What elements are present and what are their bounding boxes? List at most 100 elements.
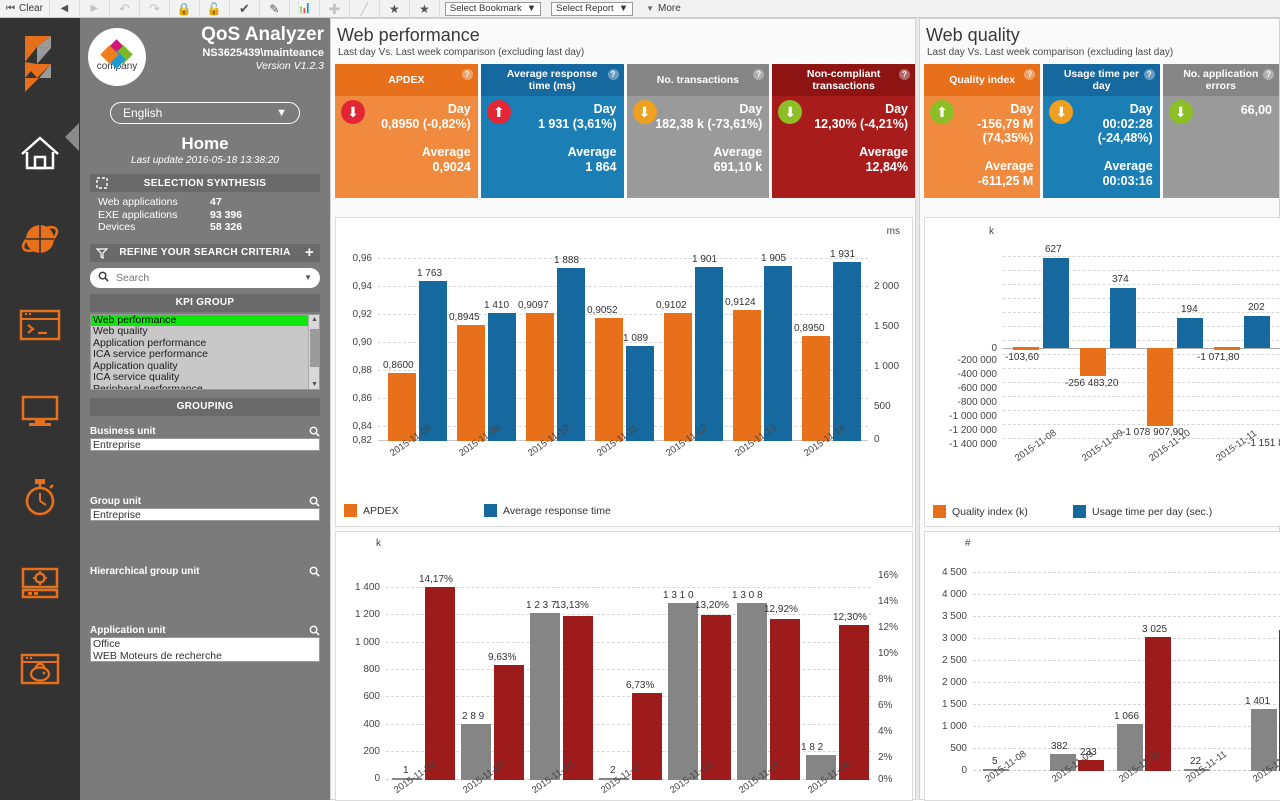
bar-avg-response[interactable]	[833, 262, 861, 441]
bar-avg-response[interactable]	[695, 267, 723, 441]
bar-avg-response[interactable]	[764, 266, 792, 441]
chart3-legend-item-usage-time[interactable]: Usage time per day (sec.)	[1073, 505, 1212, 518]
search-icon[interactable]	[309, 566, 320, 577]
chevron-down-icon[interactable]: ▼	[304, 273, 312, 282]
bar-apdex[interactable]	[526, 313, 554, 441]
chevron-down-icon[interactable]: ▼	[311, 381, 318, 388]
edit-button[interactable]: ✎	[260, 0, 290, 18]
rail-item-console[interactable]	[0, 282, 80, 368]
search-icon[interactable]	[309, 426, 320, 437]
search-input[interactable]	[114, 270, 300, 285]
bar-avg-response[interactable]	[419, 281, 447, 441]
application-unit-input[interactable]: Office WEB Moteurs de recherche	[90, 636, 320, 662]
bar-transactions[interactable]	[530, 613, 560, 780]
help-icon[interactable]: ?	[607, 69, 619, 80]
rail-item-desktop[interactable]	[0, 368, 80, 454]
lock-button[interactable]: 🔒	[170, 0, 200, 18]
bar-non-compliant[interactable]	[563, 616, 593, 780]
business-unit-input[interactable]: Entreprise	[90, 437, 320, 451]
help-icon[interactable]: ?	[1143, 69, 1155, 80]
select-bookmark-dropdown[interactable]: Select Bookmark ▼	[444, 1, 542, 16]
chart3-legend-item-quality-index[interactable]: Quality index (k)	[933, 505, 1028, 518]
search-icon[interactable]	[309, 496, 320, 507]
select-report-dropdown[interactable]: Select Report ▼	[551, 1, 634, 16]
chart-web-quality-index[interactable]: k 0 -200 000 -400 000 -600 000 -800 000 …	[924, 217, 1280, 527]
chart-button[interactable]: 📊	[290, 0, 320, 18]
plus-icon[interactable]: +	[305, 245, 314, 260]
forward-button[interactable]: ▶	[80, 0, 110, 18]
kpi-tile-avg-response-time[interactable]: Average response time (ms) ? ⬆ Day 1 931…	[480, 64, 624, 198]
rail-item-settings[interactable]	[0, 540, 80, 626]
remove-bookmark-button[interactable]: ★	[410, 0, 440, 18]
bar-transactions[interactable]	[737, 603, 767, 780]
kpi-list-scrollbar[interactable]: ▲ ▼	[308, 314, 319, 389]
clear-label: Clear	[19, 3, 43, 14]
chart1-legend-item-avg-response[interactable]: Average response time	[484, 504, 611, 517]
bar-label: 13,20%	[695, 600, 729, 611]
language-dropdown[interactable]: English ▼	[110, 102, 300, 124]
redo-button[interactable]: ↷	[140, 0, 170, 18]
chart-web-quality-errors[interactable]: # 4 500 4 000 3 500 3 000 2 500 2 000 1 …	[924, 531, 1280, 801]
bar-avg-response[interactable]	[488, 313, 516, 441]
sidebar-collapse-handle[interactable]	[65, 123, 79, 151]
chart1-legend-item-apdex[interactable]: APDEX	[344, 504, 399, 517]
bar-non-compliant[interactable]	[770, 619, 800, 780]
kpi-tile-quality-index[interactable]: Quality index ? ⬆ Day -156,79 M (74,35%)…	[924, 64, 1041, 198]
undo-button[interactable]: ↶	[110, 0, 140, 18]
search-icon[interactable]	[309, 625, 320, 636]
kpi-list-item[interactable]: Peripheral performance	[91, 383, 319, 388]
chart3-xtick: 2015-11-09	[1080, 427, 1126, 465]
validate-button[interactable]: ✔	[230, 0, 260, 18]
bar-quality-index[interactable]	[1080, 348, 1106, 376]
bar-apdex[interactable]	[388, 373, 416, 441]
bar-non-compliant[interactable]	[701, 615, 731, 780]
scrollbar-thumb[interactable]	[310, 328, 319, 367]
rail-item-performance[interactable]	[0, 454, 80, 540]
rail-item-web[interactable]	[0, 196, 80, 282]
bar-apdex[interactable]	[457, 325, 485, 441]
kpi-tile-non-compliant-transactions[interactable]: Non-compliant transactions ? ⬇ Day 12,30…	[772, 64, 915, 198]
group-unit-input[interactable]: Entreprise	[90, 507, 320, 521]
back-button[interactable]: ◀	[50, 0, 80, 18]
terminal-icon	[19, 309, 61, 341]
help-icon[interactable]: ?	[461, 69, 473, 80]
bar-avg-response[interactable]	[557, 268, 585, 441]
kpi-list-item[interactable]: Web quality	[91, 325, 319, 338]
bar-apdex[interactable]	[595, 318, 623, 441]
add-button[interactable]: ✚	[320, 0, 350, 18]
more-button[interactable]: ▼ More	[638, 3, 681, 14]
refine-search-header[interactable]: REFINE YOUR SEARCH CRITERIA +	[90, 243, 320, 262]
kpi-tile-usage-time-per-day[interactable]: Usage time per day ? ⬇ Day 00:02:28 (-24…	[1043, 64, 1160, 198]
help-icon[interactable]: ?	[899, 69, 910, 80]
chart-web-performance-apdex[interactable]: ms 0,96 0,94 0,92 0,90 0,88 0,86 0,84 0,…	[335, 217, 913, 527]
bar-usage-time[interactable]	[1043, 258, 1069, 348]
selection-synthesis-header[interactable]: SELECTION SYNTHESIS	[90, 174, 320, 192]
bar-quality-index[interactable]	[1013, 347, 1039, 350]
clear-button[interactable]: ⏮ Clear	[0, 0, 50, 18]
bar-apdex[interactable]	[802, 336, 830, 441]
bar-usage-time[interactable]	[1244, 316, 1270, 348]
bar-usage-time[interactable]	[1110, 288, 1136, 348]
kpi-tile-apdex[interactable]: APDEX ? ⬇ Day 0,8950 (-0,82%) Average 0,…	[335, 64, 478, 198]
add-bookmark-button[interactable]: ★	[380, 0, 410, 18]
kpi-tile-no-application-errors[interactable]: No. application errors ? ⬇ 66,00	[1162, 64, 1279, 198]
rail-item-costs[interactable]	[0, 626, 80, 712]
bar-apdex[interactable]	[733, 310, 761, 441]
kpi-group-list[interactable]: Web performance Web quality Application …	[90, 313, 320, 390]
bar-transactions[interactable]	[668, 603, 698, 780]
chart-web-performance-transactions[interactable]: k 1 400 1 200 1 000 800 600 400 200 0 16…	[335, 531, 913, 801]
trend-button[interactable]: ╱	[350, 0, 380, 18]
bar-usage-time[interactable]	[1177, 318, 1203, 348]
unlock-button[interactable]: 🔓	[200, 0, 230, 18]
help-icon[interactable]: ?	[1262, 69, 1274, 80]
bar-quality-index[interactable]	[1147, 348, 1173, 426]
rail-item-app-logo[interactable]	[0, 18, 80, 110]
bar-non-compliant[interactable]	[839, 625, 869, 780]
chevron-up-icon[interactable]: ▲	[311, 316, 318, 323]
bar-non-compliant[interactable]	[425, 587, 455, 780]
legend-swatch	[933, 505, 946, 518]
search-box[interactable]: ▼	[90, 267, 320, 288]
kpi-tile-no-transactions[interactable]: No. transactions ? ⬇ Day 182,38 k (-73,6…	[626, 64, 770, 198]
bar-apdex[interactable]	[664, 313, 692, 441]
bar-quality-index[interactable]	[1214, 347, 1240, 350]
